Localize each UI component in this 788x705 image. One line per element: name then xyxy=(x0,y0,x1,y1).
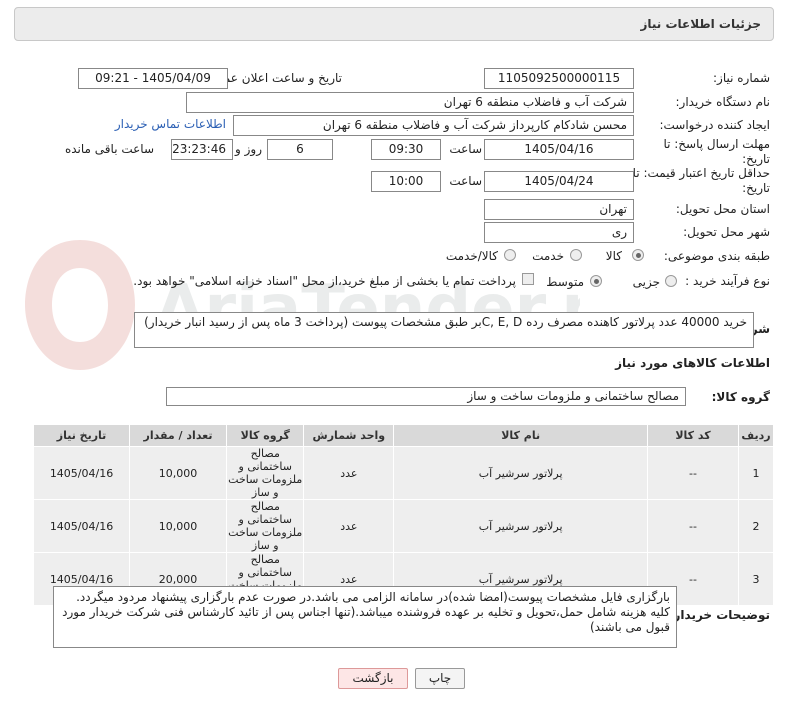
buyer-notes-field: بارگزاری فایل مشخصات پیوست(امضا شده)در س… xyxy=(53,586,677,648)
print-button[interactable]: چاپ xyxy=(415,668,465,689)
validity-time-field: 10:00 xyxy=(371,171,441,192)
back-button[interactable]: بازگشت xyxy=(338,668,408,689)
category-service-radio[interactable] xyxy=(570,249,582,261)
need-number-label: شماره نیاز: xyxy=(713,71,770,85)
goods-group-field: مصالح ساختمانی و ملزومات ساخت و ساز xyxy=(166,387,686,406)
goods-table: ردیف کد کالا نام کالا واحد شمارش گروه کا… xyxy=(32,424,775,606)
deadline-label: مهلت ارسال پاسخ: تا تاریخ: xyxy=(663,137,770,166)
cell-code: -- xyxy=(647,499,739,553)
cell-group: مصالح ساختمانی و ملزومات ساخت و ساز xyxy=(226,499,305,553)
validity-date-field: 1405/04/24 xyxy=(484,171,634,192)
cell-row: 3 xyxy=(737,552,775,606)
cell-group: مصالح ساختمانی و ملزومات ساخت و ساز xyxy=(226,446,305,500)
category-service-label: خدمت xyxy=(532,249,564,263)
col-qty-header: تعداد / مقدار xyxy=(129,424,228,447)
col-date-header: تاریخ نیاز xyxy=(32,424,131,447)
buyer-org-field: شرکت آب و فاضلاب منطقه 6 تهران xyxy=(186,92,634,113)
city-label: شهر محل تحویل: xyxy=(683,225,770,239)
col-row-header: ردیف xyxy=(737,424,775,447)
cell-name: پرلاتور سرشیر آب xyxy=(393,446,649,500)
general-desc-field: خرید 40000 عدد پرلاتور کاهنده مصرف رده C… xyxy=(134,312,754,348)
buyer-org-label: نام دستگاه خریدار: xyxy=(675,95,771,109)
cell-unit: عدد xyxy=(303,446,395,500)
page-title: جزئیات اطلاعات نیاز xyxy=(640,17,761,31)
category-goods-service-label: کالا/خدمت xyxy=(445,249,498,263)
deadline-time-label: ساعت xyxy=(449,142,482,156)
cell-row: 1 xyxy=(737,446,775,500)
cell-date: 1405/04/16 xyxy=(32,446,131,500)
validity-label: حداقل تاریخ اعتبار قیمت: تا تاریخ: xyxy=(632,166,770,195)
table-row: 1 -- پرلاتور سرشیر آب عدد مصالح ساختمانی… xyxy=(32,446,775,500)
validity-time-label: ساعت xyxy=(449,174,482,188)
col-name-header: نام کالا xyxy=(393,424,649,447)
cell-row: 2 xyxy=(737,499,775,553)
category-goods-service-radio[interactable] xyxy=(504,249,516,261)
cell-name: پرلاتور سرشیر آب xyxy=(393,499,649,553)
city-field: ری xyxy=(484,222,634,243)
deadline-time-field: 09:30 xyxy=(371,139,441,160)
col-unit-header: واحد شمارش xyxy=(303,424,395,447)
cell-unit: عدد xyxy=(303,499,395,553)
category-goods-radio[interactable] xyxy=(632,249,644,261)
remaining-label: ساعت باقی مانده xyxy=(64,142,154,156)
cell-date: 1405/04/16 xyxy=(32,499,131,553)
treasury-payment-label: پرداخت تمام یا بخشی از مبلغ خرید،از محل … xyxy=(133,274,516,288)
col-group-header: گروه کالا xyxy=(226,424,305,447)
cell-qty: 10,000 xyxy=(129,499,228,553)
process-partial-radio[interactable] xyxy=(665,275,677,287)
category-goods-label: کالا xyxy=(605,249,622,263)
treasury-payment-checkbox[interactable] xyxy=(522,273,534,285)
table-row: 2 -- پرلاتور سرشیر آب عدد مصالح ساختمانی… xyxy=(32,499,775,553)
category-label: طبقه بندی موضوعی: xyxy=(663,249,770,263)
buyer-notes-label: توضیحات خریدار: xyxy=(668,608,770,622)
need-number-field: 1105092500000115 xyxy=(484,68,634,89)
process-partial-label: جزیی xyxy=(632,275,660,289)
requester-label: ایجاد کننده درخواست: xyxy=(659,118,770,132)
col-code-header: کد کالا xyxy=(647,424,739,447)
deadline-date-field: 1405/04/16 xyxy=(484,139,634,160)
cell-code: -- xyxy=(647,446,739,500)
province-label: استان محل تحویل: xyxy=(675,202,770,216)
cell-qty: 10,000 xyxy=(129,446,228,500)
table-header-row: ردیف کد کالا نام کالا واحد شمارش گروه کا… xyxy=(32,424,775,447)
process-label: نوع فرآیند خرید : xyxy=(685,274,770,288)
announce-field: 1405/04/09 - 09:21 xyxy=(78,68,228,89)
process-medium-label: متوسط xyxy=(546,275,584,289)
goods-group-label: گروه کالا: xyxy=(711,390,770,404)
days-label: روز و xyxy=(235,142,262,156)
province-field: تهران xyxy=(484,199,634,220)
goods-section-title: اطلاعات کالاهای مورد نیاز xyxy=(615,356,770,370)
requester-field: محسن شادکام کارپرداز شرکت آب و فاضلاب من… xyxy=(233,115,634,136)
remaining-time-field: 23:23:46 xyxy=(171,139,233,160)
buyer-contact-link[interactable]: اطلاعات تماس خریدار xyxy=(115,117,226,131)
process-medium-radio[interactable] xyxy=(590,275,602,287)
days-field: 6 xyxy=(267,139,333,160)
page-header: جزئیات اطلاعات نیاز xyxy=(14,7,774,41)
